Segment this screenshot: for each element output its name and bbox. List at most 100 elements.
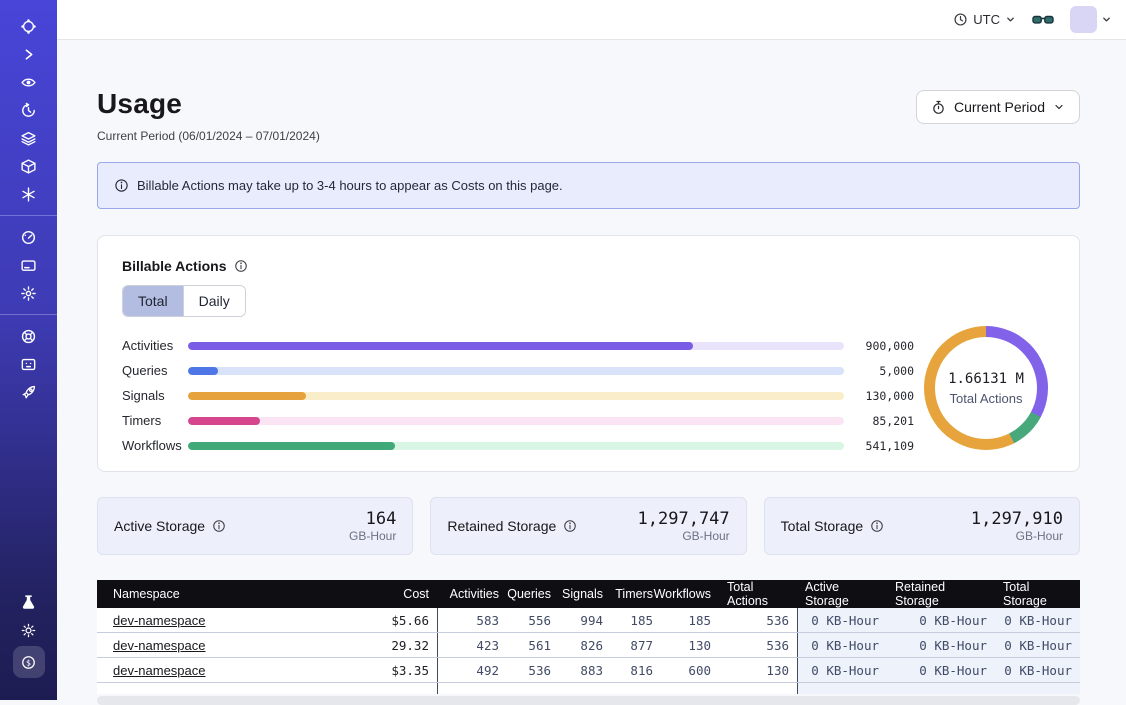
bar-value: 85,201	[852, 414, 914, 428]
col-header-workflows: Workflows	[661, 580, 719, 608]
layers-icon[interactable]	[17, 126, 41, 150]
expand-chevron-icon[interactable]	[17, 42, 41, 66]
workflows-cell: 600	[661, 658, 719, 682]
bar-value: 541,109	[852, 439, 914, 453]
namespace-link[interactable]: dev-namespace	[113, 663, 206, 678]
activities-cell: 423	[437, 633, 507, 657]
asterisk-icon[interactable]	[17, 182, 41, 206]
namespace-usage-table: Namespace Cost Activities Queries Signal…	[97, 580, 1080, 705]
total-storage-unit: GB-Hour	[971, 529, 1063, 543]
col-header-namespace: Namespace	[97, 580, 347, 608]
billable-actions-tab-group: Total Daily	[122, 285, 246, 317]
queries-cell: 556	[507, 608, 559, 632]
temporal-logo-icon[interactable]	[17, 14, 41, 38]
bar-label: Signals	[122, 388, 188, 403]
active-storage-cell: 0 KB-Hour	[797, 658, 887, 682]
activities-cell: 492	[437, 658, 507, 682]
col-header-queries: Queries	[507, 580, 559, 608]
account-menu[interactable]	[1070, 6, 1112, 33]
col-header-signals: Signals	[559, 580, 611, 608]
retained-storage-cell: 0 KB-Hour	[887, 633, 995, 657]
flask-icon[interactable]	[17, 590, 41, 614]
namespace-link[interactable]: dev-namespace	[113, 638, 206, 653]
billable-actions-title: Billable Actions	[122, 258, 227, 274]
retained-storage-card: Retained Storage 1,297,747 GB-Hour	[430, 497, 746, 555]
bar-row-timers: Timers 85,201	[122, 408, 914, 433]
history-icon[interactable]	[17, 98, 41, 122]
lifebuoy-icon[interactable]	[17, 324, 41, 348]
table-row: dev-namespace $5.66 583 556 994 185 185 …	[97, 608, 1080, 633]
timers-cell: 185	[611, 608, 661, 632]
timezone-selector[interactable]: UTC	[953, 12, 1016, 27]
queries-cell: 536	[507, 658, 559, 682]
col-header-activities: Activities	[437, 580, 507, 608]
clock-icon	[953, 12, 968, 27]
storage-summary-row: Active Storage 164 GB-Hour Retained Stor…	[97, 497, 1080, 555]
eye-icon[interactable]	[17, 70, 41, 94]
active-storage-value: 164	[349, 510, 396, 529]
bar-row-queries: Queries 5,000	[122, 358, 914, 383]
signals-cell: 994	[559, 608, 611, 632]
total-storage-value: 1,297,910	[971, 510, 1063, 529]
chevron-down-icon	[1053, 101, 1065, 113]
retained-storage-label: Retained Storage	[447, 518, 556, 534]
tab-total[interactable]: Total	[123, 286, 183, 316]
bar-row-signals: Signals 130,000	[122, 383, 914, 408]
info-icon[interactable]	[234, 259, 248, 273]
bar-row-activities: Activities 900,000	[122, 333, 914, 358]
timezone-label: UTC	[973, 12, 1000, 27]
gauge-icon[interactable]	[17, 225, 41, 249]
col-header-total-actions: Total Actions	[719, 580, 797, 608]
bar-label: Workflows	[122, 438, 188, 453]
activities-cell: 583	[437, 608, 507, 632]
table-row-partial	[97, 683, 1080, 694]
active-storage-label: Active Storage	[114, 518, 205, 534]
page-subtitle: Current Period (06/01/2024 – 07/01/2024)	[97, 129, 320, 143]
bar-track	[188, 442, 844, 450]
total-actions-cell: 130	[719, 658, 797, 682]
signals-cell: 883	[559, 658, 611, 682]
bar-track	[188, 392, 844, 400]
svg-text:$: $	[26, 658, 31, 667]
gear-icon[interactable]	[17, 281, 41, 305]
billable-actions-bar-chart: Activities 900,000 Queries 5,000 Signals…	[122, 333, 914, 458]
cost-cell: 29.32	[347, 633, 437, 657]
bar-row-workflows: Workflows 541,109	[122, 433, 914, 458]
table-row: dev-namespace $3.35 492 536 883 816 600 …	[97, 658, 1080, 683]
period-dropdown-button[interactable]: Current Period	[916, 90, 1080, 124]
info-icon	[114, 178, 129, 193]
namespace-link[interactable]: dev-namespace	[113, 613, 206, 628]
bar-value: 130,000	[852, 389, 914, 403]
sidebar-divider	[0, 314, 57, 315]
signals-cell: 826	[559, 633, 611, 657]
usage-dollar-icon[interactable]: $	[13, 646, 45, 678]
tab-daily[interactable]: Daily	[183, 286, 245, 316]
terminal-icon[interactable]	[17, 352, 41, 376]
table-row: dev-namespace 29.32 423 561 826 877 130 …	[97, 633, 1080, 658]
info-icon[interactable]	[212, 519, 226, 533]
card-icon[interactable]	[17, 253, 41, 277]
total-storage-cell: 0 KB-Hour	[995, 658, 1080, 682]
total-storage-card: Total Storage 1,297,910 GB-Hour	[764, 497, 1080, 555]
donut-sub-label: Total Actions	[950, 391, 1023, 406]
feedback-glasses-button[interactable]	[1032, 12, 1054, 27]
rocket-icon[interactable]	[17, 380, 41, 404]
retained-storage-cell: 0 KB-Hour	[887, 658, 995, 682]
cost-cell: $5.66	[347, 608, 437, 632]
cube-icon[interactable]	[17, 154, 41, 178]
info-icon[interactable]	[870, 519, 884, 533]
sun-icon[interactable]	[17, 618, 41, 642]
col-header-total-storage: Total Storage	[995, 580, 1080, 608]
chevron-down-icon	[1005, 14, 1016, 25]
horizontal-scrollbar[interactable]	[97, 696, 1080, 705]
info-banner: Billable Actions may take up to 3-4 hour…	[97, 162, 1080, 209]
bar-label: Activities	[122, 338, 188, 353]
bar-track	[188, 417, 844, 425]
donut-total-value: 1.66131 M	[948, 371, 1024, 387]
info-icon[interactable]	[563, 519, 577, 533]
page-title: Usage	[97, 88, 320, 120]
info-banner-text: Billable Actions may take up to 3-4 hour…	[137, 178, 563, 193]
active-storage-card: Active Storage 164 GB-Hour	[97, 497, 413, 555]
billable-actions-card: Billable Actions Total Daily Activities …	[97, 235, 1080, 472]
bar-value: 5,000	[852, 364, 914, 378]
